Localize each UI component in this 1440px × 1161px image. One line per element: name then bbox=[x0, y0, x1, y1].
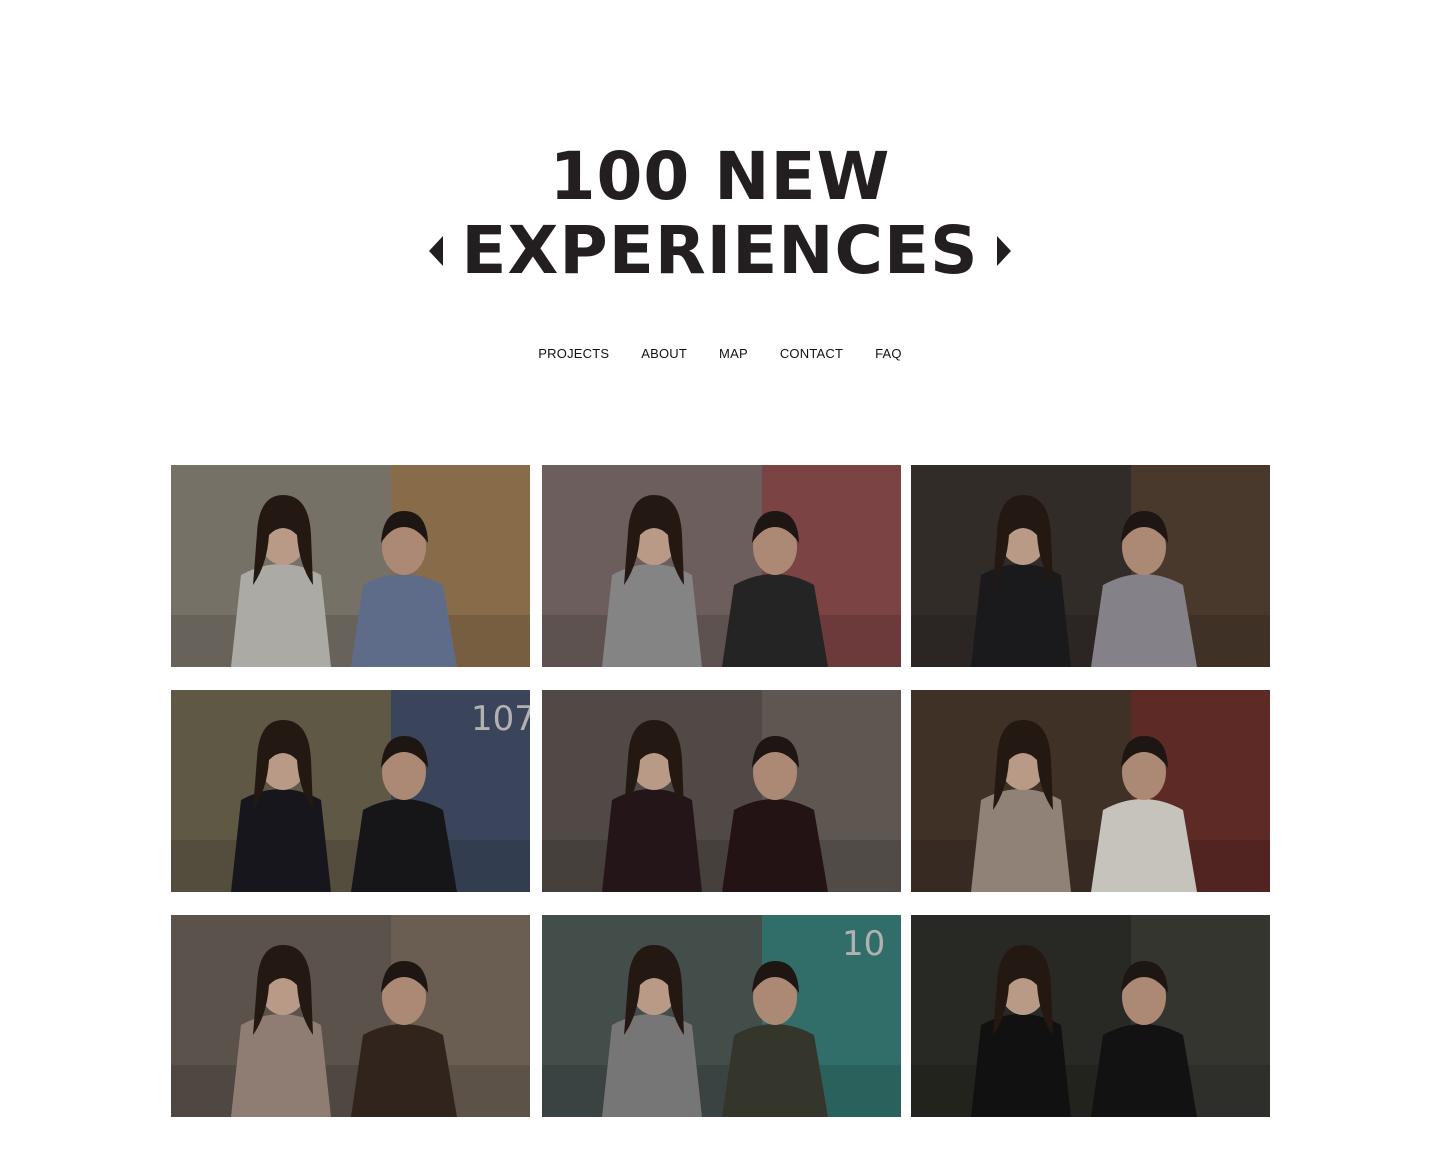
logo-line-2-wrap: EXPERIENCES bbox=[0, 214, 1440, 288]
nav-about[interactable]: ABOUT bbox=[641, 346, 687, 361]
project-photo[interactable] bbox=[171, 915, 530, 1117]
nav-projects[interactable]: PROJECTS bbox=[538, 346, 609, 361]
nav-faq[interactable]: FAQ bbox=[875, 346, 902, 361]
photo-sign-text: 107 bbox=[471, 699, 530, 739]
photo-image bbox=[542, 690, 901, 892]
site-logo[interactable]: 100 NEW EXPERIENCES bbox=[0, 140, 1440, 288]
project-photo[interactable] bbox=[542, 465, 901, 667]
photo-image bbox=[911, 690, 1270, 892]
logo-line-2: EXPERIENCES bbox=[461, 212, 979, 289]
arrow-right-icon bbox=[996, 236, 1011, 266]
photo-image: 107 bbox=[171, 690, 530, 892]
photo-image bbox=[171, 915, 530, 1117]
project-photo[interactable] bbox=[911, 465, 1270, 667]
nav-contact[interactable]: CONTACT bbox=[780, 346, 843, 361]
nav-map[interactable]: MAP bbox=[719, 346, 748, 361]
project-photo[interactable] bbox=[171, 465, 530, 667]
photo-image bbox=[911, 915, 1270, 1117]
photo-sign-text: 10 bbox=[842, 924, 885, 964]
photo-image bbox=[171, 465, 530, 667]
project-photo[interactable]: 10 bbox=[542, 915, 901, 1117]
project-photo[interactable] bbox=[911, 915, 1270, 1117]
project-photo[interactable] bbox=[542, 690, 901, 892]
photo-image bbox=[911, 465, 1270, 667]
logo-line-1: 100 NEW bbox=[549, 138, 891, 215]
arrow-left-icon bbox=[429, 236, 444, 266]
project-photo[interactable]: 107 bbox=[171, 690, 530, 892]
photo-image: 10 bbox=[542, 915, 901, 1117]
main-nav: PROJECTS ABOUT MAP CONTACT FAQ bbox=[0, 346, 1440, 361]
project-photo[interactable] bbox=[911, 690, 1270, 892]
photo-image bbox=[542, 465, 901, 667]
